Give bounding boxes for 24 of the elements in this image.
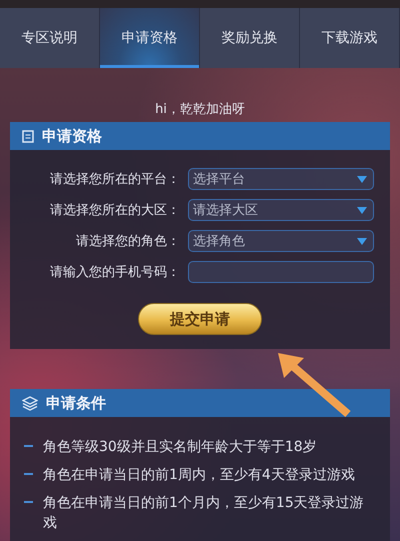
field-label: 请选择您所在的平台： [49,171,180,188]
panel-title: 申请资格 [42,126,102,146]
document-icon [22,130,34,142]
dropdown-caret-icon [357,238,367,244]
input-field[interactable] [188,261,374,283]
field-label: 请选择您的角色： [75,233,180,250]
field-label: 请选择您所在的大区： [49,202,180,219]
dropdown-caret-icon [357,176,367,182]
select-field[interactable]: 选择平台 [188,168,374,190]
dropdown-caret-icon [357,206,367,214]
bullet-dash-icon [24,473,33,475]
field-label: 请输入您的手机号码： [49,264,180,281]
panel-title: 申请条件 [46,394,106,412]
tab[interactable]: 申请资格 [100,8,200,68]
select-field[interactable]: 选择角色 [188,230,374,252]
layers-icon [22,396,38,410]
condition-text: 角色在申请当日的前1个月内，至少有15天登录过游戏 [43,494,365,533]
select-field[interactable]: 请选择大区 [188,199,374,221]
condition-text: 角色在申请当日的前1周内，至少有4天登录过游戏 [43,466,355,485]
bullet-dash-icon [24,501,33,503]
submit-button[interactable]: 提交申请 [138,303,262,335]
greeting-text: hi，乾乾加油呀 [154,101,246,118]
bullet-dash-icon [24,445,33,447]
condition-text: 角色等级30级并且实名制年龄大于等于18岁 [43,438,317,457]
